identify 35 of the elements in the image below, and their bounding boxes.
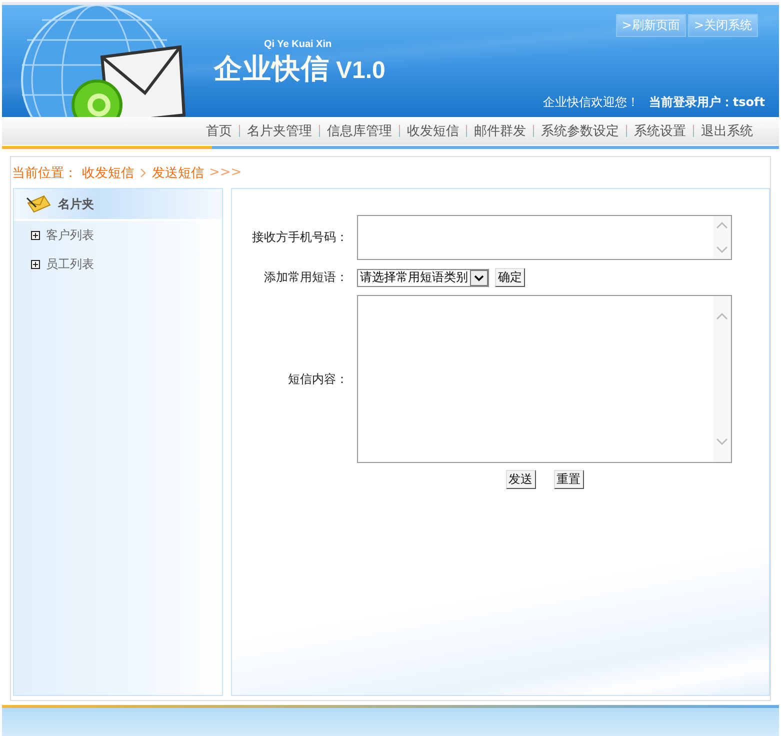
sidebar-title: 名片夹 — [58, 196, 94, 212]
logo-version: V1.0 — [336, 57, 386, 85]
envelope-icon — [26, 195, 52, 213]
nav-link[interactable]: 首页 — [199, 122, 239, 140]
form-button[interactable]: 重置 — [554, 470, 584, 489]
dropdown-icon — [470, 270, 488, 286]
nav-link[interactable]: 信息库管理 — [320, 122, 399, 140]
scroll-down-icon — [716, 438, 728, 446]
welcome-text: 企业快信欢迎您！ — [542, 94, 639, 111]
expand-icon[interactable] — [31, 231, 40, 240]
scroll-up-icon — [716, 221, 728, 229]
field-label: 添加常用短语： — [263, 269, 348, 286]
scroll-down-icon — [716, 246, 728, 254]
expand-icon[interactable] — [31, 260, 40, 269]
nav-link[interactable]: 名片夹管理 — [240, 122, 319, 140]
field-label: 接收方手机号码： — [251, 229, 348, 246]
breadcrumb-arrows: >>> — [209, 165, 242, 180]
nav-link[interactable]: 系统设置 — [627, 122, 693, 140]
phrase-select[interactable]: 请选择常用短语类别 — [357, 268, 489, 286]
scroll-up-icon — [716, 312, 728, 320]
nav-link[interactable]: 系统参数设定 — [534, 122, 626, 140]
form-button[interactable]: 发送 — [506, 470, 536, 489]
logo-subtitle: Qi Ye Kuai Xin — [264, 39, 333, 50]
nav-link[interactable]: 邮件群发 — [467, 122, 533, 140]
field-label: 短信内容： — [287, 370, 348, 388]
logo-title: 企业快信 — [214, 51, 330, 87]
user-label: 当前登录用户：tsoft — [648, 94, 765, 111]
chevron-icon — [139, 168, 147, 178]
nav-link[interactable]: 退出系统 — [694, 122, 760, 140]
tree-item[interactable]: 客户列表 — [46, 227, 94, 244]
nav-link[interactable]: 收发短信 — [400, 122, 466, 140]
breadcrumb-label: 当前位置： — [12, 164, 77, 182]
tree-item[interactable]: 员工列表 — [46, 256, 94, 273]
confirm-button[interactable]: 确定 — [495, 268, 525, 287]
phone-textarea[interactable] — [357, 215, 732, 260]
